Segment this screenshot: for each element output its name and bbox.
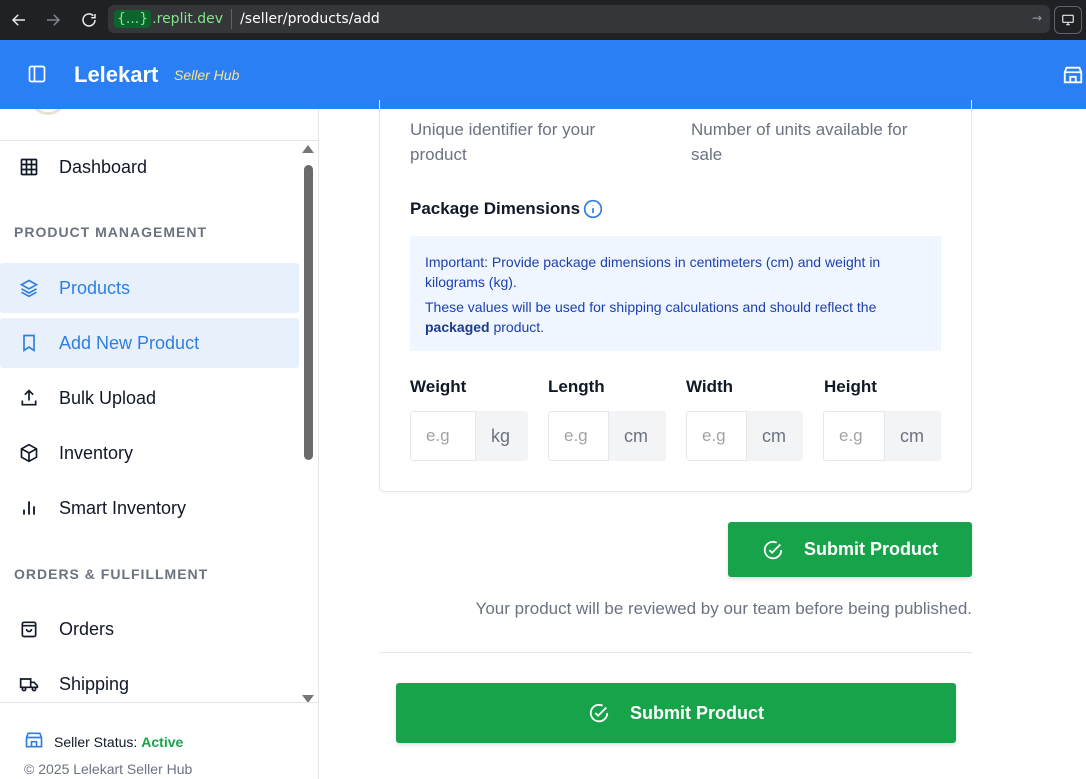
submit-product-label: Submit Product	[804, 539, 938, 559]
sku-hint-line: product	[410, 145, 467, 164]
width-label: Width	[686, 377, 734, 396]
width-unit: cm	[747, 411, 803, 461]
seller-status: Seller Status: Active	[24, 730, 183, 753]
stock-hint-line: sale	[691, 145, 723, 164]
address-path: /seller/products/add	[240, 11, 380, 27]
notice-text: product.	[493, 319, 545, 335]
brand-name[interactable]: Lelekart	[74, 62, 158, 88]
sku-hint-line: Unique identifier for your	[410, 120, 596, 139]
seller-status-value: Active	[141, 733, 184, 750]
scroll-thumb[interactable]	[304, 165, 313, 460]
sidebar-item-bulk-upload[interactable]: Bulk Upload	[0, 373, 299, 423]
avatar	[30, 109, 66, 115]
store-icon[interactable]	[1062, 64, 1084, 90]
sidebar-item-label: Products	[59, 277, 131, 298]
store-icon	[24, 730, 44, 753]
length-field-group: cm	[548, 411, 666, 461]
sidebar-item-products[interactable]: Products	[0, 263, 299, 313]
sidebar-footer: Seller Status: Active © 2025 Lelekart Se…	[0, 702, 318, 779]
sidebar-item-smart-inventory[interactable]: Smart Inventory	[0, 483, 299, 533]
bookmark-icon	[18, 332, 40, 354]
height-field-group: cm	[823, 411, 941, 461]
length-input[interactable]	[548, 411, 609, 461]
sidebar-divider	[0, 140, 318, 141]
length-unit: cm	[609, 411, 666, 461]
sidebar-item-label: Inventory	[59, 442, 134, 463]
weight-input[interactable]	[410, 411, 476, 461]
back-icon[interactable]	[4, 5, 34, 35]
notice-line-2: These values will be used for shipping c…	[425, 297, 926, 337]
bar-chart-icon	[18, 497, 40, 519]
address-bar[interactable]: {...} .replit.dev /seller/products/add →	[108, 5, 1050, 33]
sku-hint: Unique identifier for your product	[410, 117, 595, 167]
height-input[interactable]	[823, 411, 885, 461]
go-arrow-icon[interactable]: →	[1032, 11, 1042, 25]
stock-hint-line: Number of units available for	[691, 120, 908, 139]
reload-icon[interactable]	[74, 5, 104, 35]
dimensions-notice: Important: Provide package dimensions in…	[410, 236, 941, 351]
sidebar-item-orders[interactable]: Orders	[0, 604, 299, 654]
notice-bold-text: packaged	[425, 319, 490, 335]
weight-label: Weight	[410, 377, 467, 396]
address-host: {...} .replit.dev	[114, 9, 233, 29]
sidebar-item-label: Shipping	[59, 673, 130, 694]
weight-field-group: kg	[410, 411, 528, 461]
height-label: Height	[824, 377, 877, 396]
sidebar-item-label: Add New Product	[59, 332, 200, 353]
app-header: Lelekart Seller Hub	[0, 40, 1086, 109]
sidebar-item-add-new-product[interactable]: Add New Product	[0, 318, 299, 368]
stock-hint: Number of units available for sale	[691, 117, 907, 167]
scroll-up-arrow-icon[interactable]	[302, 145, 314, 153]
check-circle-icon	[762, 539, 784, 561]
review-note: Your product will be reviewed by our tea…	[475, 599, 972, 618]
package-icon	[18, 442, 40, 464]
length-label: Length	[548, 377, 605, 396]
browser-toolbar: {...} .replit.dev /seller/products/add →	[0, 0, 1086, 40]
sidebar-item-dashboard[interactable]: Dashboard	[0, 142, 299, 192]
sidebar-item-label: Smart Inventory	[59, 497, 187, 518]
section-product-management: PRODUCT MANAGEMENT	[14, 224, 207, 240]
section-orders-fulfillment: ORDERS & FULFILLMENT	[14, 566, 209, 582]
notice-text: These values will be used for shipping c…	[425, 299, 877, 315]
check-circle-icon	[588, 702, 610, 724]
device-icon[interactable]	[1054, 6, 1082, 34]
grid-icon	[18, 156, 40, 178]
submit-product-label: Submit Product	[630, 702, 764, 723]
host-badge: {...}	[114, 10, 152, 28]
weight-unit: kg	[476, 411, 528, 461]
copyright-text: © 2025 Lelekart Seller Hub	[24, 761, 193, 777]
width-field-group: cm	[686, 411, 803, 461]
submit-product-button[interactable]: Submit Product	[728, 522, 972, 577]
upload-icon	[18, 387, 40, 409]
sidebar: Dashboard PRODUCT MANAGEMENT Products Ad…	[0, 109, 319, 779]
sidebar-item-label: Bulk Upload	[59, 387, 157, 408]
sidebar-item-label: Dashboard	[59, 156, 148, 177]
sidebar-item-label: Orders	[59, 618, 115, 639]
package-dimensions-title: Package Dimensions	[410, 199, 581, 218]
shopping-bag-icon	[18, 618, 40, 640]
sidebar-toggle-icon[interactable]	[27, 64, 47, 88]
layers-icon	[18, 277, 40, 299]
host-domain: .replit.dev	[152, 11, 224, 27]
notice-line-1: Important: Provide package dimensions in…	[425, 254, 881, 290]
divider	[379, 652, 972, 653]
width-input[interactable]	[686, 411, 747, 461]
truck-icon	[18, 673, 40, 695]
sidebar-scrollbar[interactable]	[301, 145, 315, 703]
sidebar-item-inventory[interactable]: Inventory	[0, 428, 299, 478]
brand-subtitle: Seller Hub	[174, 67, 240, 83]
seller-status-label: Seller Status:	[54, 733, 138, 750]
height-unit: cm	[885, 411, 941, 461]
submit-product-bottom-button[interactable]: Submit Product	[396, 683, 956, 743]
forward-icon[interactable]	[38, 5, 68, 35]
info-icon[interactable]	[583, 199, 603, 223]
